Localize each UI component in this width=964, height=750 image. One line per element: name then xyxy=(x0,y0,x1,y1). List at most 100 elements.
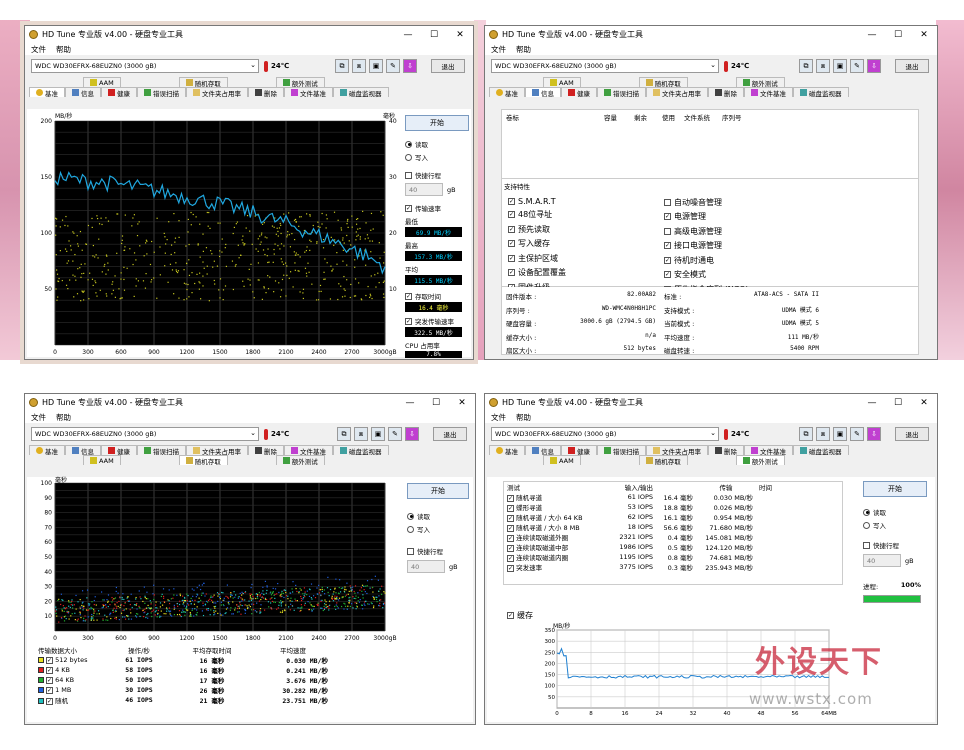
partition-list[interactable]: 卷标 容量 剩余 使用 文件系统 序列号 xyxy=(501,109,919,179)
tab-erase[interactable]: 删除 xyxy=(708,445,744,456)
tab-extra-tests[interactable]: 额外测试 xyxy=(735,77,785,88)
tab-health[interactable]: 健康 xyxy=(561,445,597,456)
copy-text-icon[interactable]: ⧈ xyxy=(352,59,366,73)
tab-random-access[interactable]: 随机存取 xyxy=(638,455,688,466)
size-check[interactable]: ✓ xyxy=(46,677,53,684)
minimize-icon[interactable]: — xyxy=(859,26,885,43)
tab-aam[interactable]: AAM xyxy=(83,455,121,465)
size-check[interactable]: ✓ xyxy=(46,698,53,705)
extra-tests-list[interactable]: 测试 输入/输出 传输 时间 ✓ 随机寻道 61 IOPS 16.4 毫秒 0.030… xyxy=(503,481,843,585)
tab-disk-monitor[interactable]: 磁盘监视器 xyxy=(793,445,849,456)
options-icon[interactable]: ✎ xyxy=(850,427,864,441)
test-check[interactable]: ✓ xyxy=(507,505,514,512)
drive-select[interactable]: WDC WD30EFRX-68EUZN0 (3000 gB) ⌄ xyxy=(31,427,259,441)
maximize-icon[interactable]: ☐ xyxy=(885,26,911,43)
transfer-rate-check[interactable]: ✓ 传输速率 xyxy=(405,203,469,213)
tab-disk-monitor[interactable]: 磁盘监视器 xyxy=(333,87,389,98)
tab-erase[interactable]: 删除 xyxy=(708,87,744,98)
menu-help[interactable]: 帮助 xyxy=(56,44,71,55)
maximize-icon[interactable]: ☐ xyxy=(885,394,911,411)
copy-icon[interactable]: ⧉ xyxy=(335,59,349,73)
quick-check[interactable]: 快捷行程 xyxy=(405,170,469,180)
copy-text-icon[interactable]: ⧈ xyxy=(816,427,830,441)
download-icon[interactable]: ⇩ xyxy=(867,59,881,73)
tab-random-access[interactable]: 随机存取 xyxy=(178,77,228,88)
tab-folder-usage[interactable]: 文件夹占用率 xyxy=(646,445,708,456)
tab-info[interactable]: 信息 xyxy=(65,87,101,98)
maximize-icon[interactable]: ☐ xyxy=(421,26,447,43)
close-icon[interactable]: ✕ xyxy=(911,26,937,43)
copy-text-icon[interactable]: ⧈ xyxy=(816,59,830,73)
exit-button[interactable]: 退出 xyxy=(431,59,465,73)
tab-random-access[interactable]: 随机存取 xyxy=(638,77,688,88)
save-icon[interactable]: ▣ xyxy=(833,427,847,441)
tab-erase[interactable]: 删除 xyxy=(248,445,284,456)
menu-file[interactable]: 文件 xyxy=(31,412,46,423)
tab-folder-usage[interactable]: 文件夹占用率 xyxy=(186,87,248,98)
size-check[interactable]: ✓ xyxy=(46,687,53,694)
menu-help[interactable]: 帮助 xyxy=(56,412,71,423)
maximize-icon[interactable]: ☐ xyxy=(423,394,449,411)
options-icon[interactable]: ✎ xyxy=(386,59,400,73)
copy-icon[interactable]: ⧉ xyxy=(799,427,813,441)
test-check[interactable]: ✓ xyxy=(507,535,514,542)
quick-value-field[interactable]: 40 xyxy=(405,183,443,196)
start-button[interactable]: 开始 xyxy=(407,483,469,499)
test-check[interactable]: ✓ xyxy=(507,555,514,562)
copy-icon[interactable]: ⧉ xyxy=(799,59,813,73)
exit-button[interactable]: 退出 xyxy=(895,427,929,441)
tab-health[interactable]: 健康 xyxy=(561,87,597,98)
tab-aam[interactable]: AAM xyxy=(543,77,581,87)
tab-file-benchmark[interactable]: 文件基准 xyxy=(744,87,793,98)
tab-file-benchmark[interactable]: 文件基准 xyxy=(284,445,333,456)
write-radio[interactable]: 写入 xyxy=(407,524,469,534)
save-icon[interactable]: ▣ xyxy=(371,427,385,441)
tab-info[interactable]: 信息 xyxy=(525,87,561,98)
tab-benchmark[interactable]: 基准 xyxy=(29,445,65,456)
menu-file[interactable]: 文件 xyxy=(491,44,506,55)
exit-button[interactable]: 退出 xyxy=(433,427,467,441)
quick-value-field[interactable]: 40 xyxy=(863,554,901,567)
tab-file-benchmark[interactable]: 文件基准 xyxy=(284,87,333,98)
col-free[interactable]: 剩余 xyxy=(634,112,662,122)
tab-error-scan[interactable]: 错误扫描 xyxy=(597,445,646,456)
save-icon[interactable]: ▣ xyxy=(833,59,847,73)
tab-benchmark[interactable]: 基准 xyxy=(489,87,525,98)
tab-benchmark[interactable]: 基准 xyxy=(489,445,525,456)
tab-aam[interactable]: AAM xyxy=(543,455,581,465)
menu-file[interactable]: 文件 xyxy=(491,412,506,423)
write-radio[interactable]: 写入 xyxy=(863,520,927,530)
test-check[interactable]: ✓ xyxy=(507,495,514,502)
minimize-icon[interactable]: — xyxy=(397,394,423,411)
menu-file[interactable]: 文件 xyxy=(31,44,46,55)
download-icon[interactable]: ⇩ xyxy=(403,59,417,73)
cache-check[interactable]: ✓ 缓存 xyxy=(507,610,533,621)
close-icon[interactable]: ✕ xyxy=(447,26,473,43)
access-time-check[interactable]: ✓ 存取时间 xyxy=(405,291,469,301)
tab-disk-monitor[interactable]: 磁盘监视器 xyxy=(793,87,849,98)
minimize-icon[interactable]: — xyxy=(859,394,885,411)
size-check[interactable]: ✓ xyxy=(46,667,53,674)
read-radio[interactable]: 读取 xyxy=(405,139,469,149)
copy-text-icon[interactable]: ⧈ xyxy=(354,427,368,441)
minimize-icon[interactable]: — xyxy=(395,26,421,43)
tab-error-scan[interactable]: 错误扫描 xyxy=(137,87,186,98)
test-check[interactable]: ✓ xyxy=(507,565,514,572)
tab-error-scan[interactable]: 错误扫描 xyxy=(137,445,186,456)
test-check[interactable]: ✓ xyxy=(507,515,514,522)
tab-health[interactable]: 健康 xyxy=(101,445,137,456)
quick-check[interactable]: 快捷行程 xyxy=(863,540,927,550)
tab-info[interactable]: 信息 xyxy=(65,445,101,456)
read-radio[interactable]: 读取 xyxy=(407,511,469,521)
col-volume[interactable]: 卷标 xyxy=(506,112,604,122)
close-icon[interactable]: ✕ xyxy=(911,394,937,411)
test-check[interactable]: ✓ xyxy=(507,525,514,532)
tab-benchmark[interactable]: 基准 xyxy=(29,87,65,98)
drive-select[interactable]: WDC WD30EFRX-68EUZN0 (3000 gB) ⌄ xyxy=(491,59,719,73)
tab-folder-usage[interactable]: 文件夹占用率 xyxy=(186,445,248,456)
col-serial[interactable]: 序列号 xyxy=(722,112,752,122)
col-capacity[interactable]: 容量 xyxy=(604,112,634,122)
read-radio[interactable]: 读取 xyxy=(863,507,927,517)
quick-value-field[interactable]: 40 xyxy=(407,560,445,573)
tab-error-scan[interactable]: 错误扫描 xyxy=(597,87,646,98)
